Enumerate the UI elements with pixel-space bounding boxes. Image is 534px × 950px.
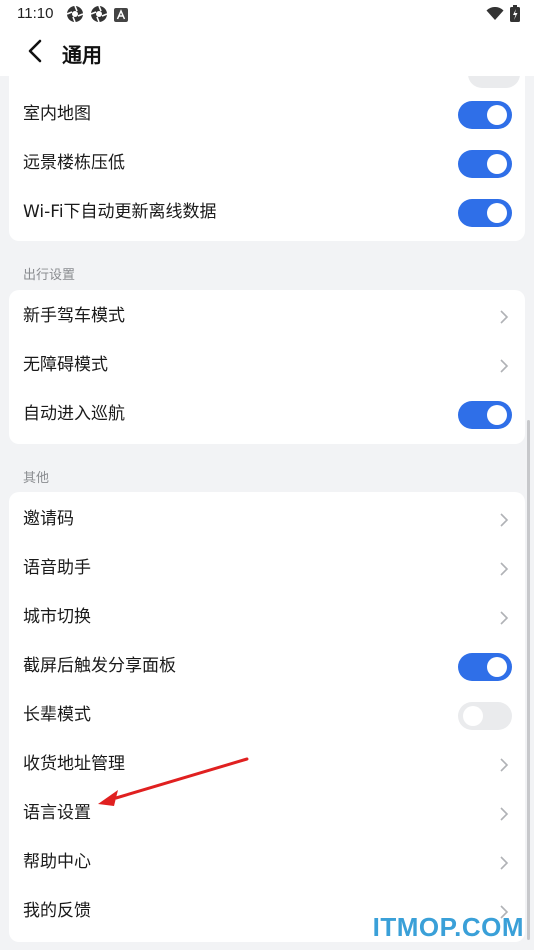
elder-mode-toggle[interactable] bbox=[458, 702, 512, 730]
setting-label: 收货地址管理 bbox=[23, 754, 125, 774]
setting-row-distant-buildings[interactable]: 远景楼栋压低 bbox=[9, 139, 525, 188]
chevron-right-icon bbox=[497, 309, 511, 325]
setting-label: 长辈模式 bbox=[23, 705, 91, 725]
setting-label: 邀请码 bbox=[23, 509, 74, 529]
app-header: 通用 bbox=[0, 28, 534, 76]
setting-label: 远景楼栋压低 bbox=[23, 153, 125, 173]
other-settings-card: 邀请码 语音助手 城市切换 截屏后触发分享面板 长辈模式 收货地址管理 语言设置… bbox=[9, 492, 525, 942]
toggle-knob bbox=[487, 105, 507, 125]
watermark: ITMOP.COM bbox=[372, 912, 524, 942]
setting-label: 新手驾车模式 bbox=[23, 306, 125, 326]
setting-row-shipping-address[interactable]: 收货地址管理 bbox=[9, 740, 525, 789]
chevron-right-icon bbox=[497, 855, 511, 871]
section-title-travel: 出行设置 bbox=[23, 268, 76, 283]
setting-row-help-center[interactable]: 帮助中心 bbox=[9, 838, 525, 887]
toggle-knob bbox=[487, 154, 507, 174]
status-bar: 11:10 bbox=[0, 0, 534, 28]
toggle-knob bbox=[463, 706, 483, 726]
auto-cruise-toggle[interactable] bbox=[458, 401, 512, 429]
distant-buildings-toggle[interactable] bbox=[458, 150, 512, 178]
setting-row-indoor-map[interactable]: 室内地图 bbox=[9, 90, 525, 139]
setting-label: 城市切换 bbox=[23, 607, 91, 627]
chevron-right-icon bbox=[497, 512, 511, 528]
setting-row-auto-cruise[interactable]: 自动进入巡航 bbox=[9, 390, 525, 439]
wifi-icon bbox=[486, 6, 504, 25]
setting-label: 自动进入巡航 bbox=[23, 404, 125, 424]
setting-row-language[interactable]: 语言设置 bbox=[9, 789, 525, 838]
wifi-offline-update-toggle[interactable] bbox=[458, 199, 512, 227]
setting-label: 帮助中心 bbox=[23, 852, 91, 872]
travel-settings-card: 新手驾车模式 无障碍模式 自动进入巡航 bbox=[9, 290, 525, 444]
setting-label: 截屏后触发分享面板 bbox=[23, 656, 176, 676]
setting-label: 语音助手 bbox=[23, 558, 91, 578]
setting-label: 语言设置 bbox=[23, 803, 91, 823]
setting-row-elder-mode[interactable]: 长辈模式 bbox=[9, 691, 525, 740]
setting-row-wifi-offline-update[interactable]: Wi-Fi下自动更新离线数据 bbox=[9, 188, 525, 237]
indoor-map-toggle[interactable] bbox=[458, 101, 512, 129]
toggle-knob bbox=[487, 657, 507, 677]
setting-row-accessibility[interactable]: 无障碍模式 bbox=[9, 341, 525, 390]
aperture-icon bbox=[66, 5, 84, 27]
setting-row-voice-assistant[interactable]: 语音助手 bbox=[9, 544, 525, 593]
scrollbar[interactable] bbox=[527, 420, 530, 940]
section-title-other: 其他 bbox=[23, 471, 50, 486]
setting-label: 无障碍模式 bbox=[23, 355, 108, 375]
map-settings-card: 室内地图 远景楼栋压低 Wi-Fi下自动更新离线数据 bbox=[9, 76, 525, 241]
battery-icon bbox=[510, 5, 520, 26]
status-icons-left bbox=[66, 5, 128, 27]
setting-row-novice-driving[interactable]: 新手驾车模式 bbox=[9, 292, 525, 341]
setting-label: 室内地图 bbox=[23, 104, 91, 124]
chevron-left-icon bbox=[27, 39, 43, 67]
partial-toggle[interactable] bbox=[468, 76, 520, 88]
toggle-knob bbox=[487, 203, 507, 223]
setting-row-invite-code[interactable]: 邀请码 bbox=[9, 495, 525, 544]
page-title: 通用 bbox=[62, 43, 102, 67]
chevron-right-icon bbox=[497, 358, 511, 374]
aperture-icon bbox=[90, 5, 108, 27]
status-time: 11:10 bbox=[17, 5, 54, 22]
setting-row-city-switch[interactable]: 城市切换 bbox=[9, 593, 525, 642]
setting-row-screenshot-share[interactable]: 截屏后触发分享面板 bbox=[9, 642, 525, 691]
status-icons-right bbox=[486, 5, 520, 26]
setting-label: 我的反馈 bbox=[23, 901, 91, 921]
setting-label: Wi-Fi下自动更新离线数据 bbox=[23, 202, 217, 222]
screenshot-share-toggle[interactable] bbox=[458, 653, 512, 681]
chevron-right-icon bbox=[497, 757, 511, 773]
a-icon bbox=[114, 7, 128, 26]
chevron-right-icon bbox=[497, 806, 511, 822]
back-button[interactable] bbox=[20, 38, 50, 68]
toggle-knob bbox=[487, 405, 507, 425]
chevron-right-icon bbox=[497, 610, 511, 626]
chevron-right-icon bbox=[497, 561, 511, 577]
